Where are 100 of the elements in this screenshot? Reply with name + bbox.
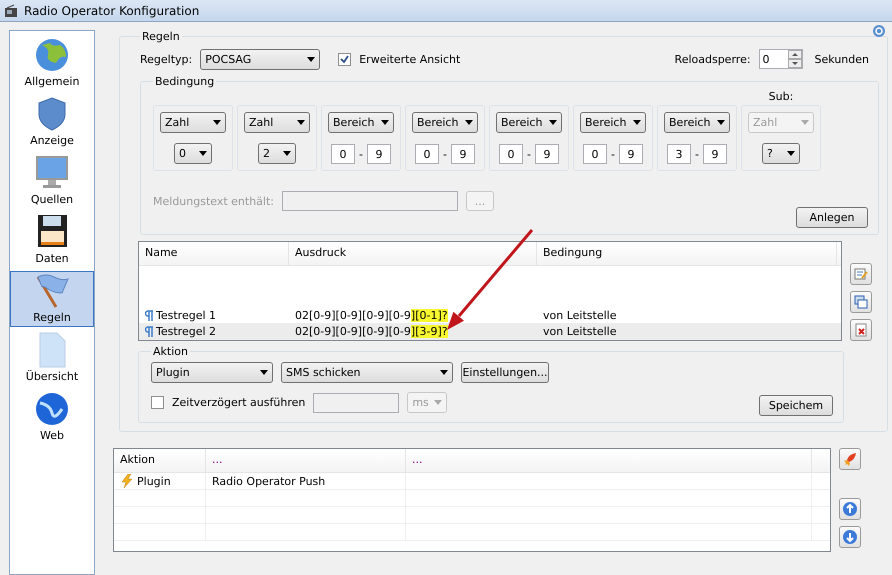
condition-type-dropdown[interactable]: Bereich [412,112,478,133]
action-type-dropdown[interactable]: Plugin [151,362,273,383]
reload-unit: Sekunden [814,52,869,66]
range-separator: - [611,148,615,160]
rule-expression: 02[0-9][0-9][0-9][0-9][0-1]? [295,308,448,322]
range-separator: - [443,148,447,160]
column-header[interactable]: Name [139,242,289,265]
range-from-field[interactable]: 3 [667,144,691,164]
sidebar-item[interactable]: Web [10,389,94,445]
rule-row[interactable]: Testregel 2 02[0-9][0-9][0-9][0-9][3-9]? von Leitstelle [139,323,841,340]
range-to-field[interactable]: 9 [534,144,559,164]
extended-view-checkbox[interactable] [338,52,352,66]
condition-type-dropdown[interactable]: Bereich [664,112,730,133]
action-row[interactable]: Plugin Radio Operator Push [114,473,830,490]
range-to-field[interactable]: 9 [450,144,475,164]
condition-type-dropdown[interactable]: Zahl [160,112,226,133]
condition-type-dropdown[interactable]: Bereich [496,112,562,133]
column-header[interactable]: Bedingung [537,242,837,265]
sidebar-item[interactable]: Übersicht [10,330,94,386]
caret-icon [199,151,207,156]
save-button[interactable]: Speichem [759,395,833,416]
range-from-field[interactable]: 0 [415,144,439,164]
settings-button[interactable]: Einstellungen... [461,362,549,383]
caret-icon [717,120,725,125]
rule-type-dropdown[interactable]: POCSAG [200,48,320,70]
condition-type-dropdown[interactable]: Bereich [328,112,394,133]
rule-type-label: Regeltyp: [140,52,192,66]
check-icon [340,54,350,64]
caret-icon [633,120,641,125]
spin-arrows-icon [788,50,802,68]
caret-icon [297,120,305,125]
edit-icon [854,267,868,281]
move-down-button[interactable] [839,526,861,548]
reload-spinner[interactable]: 0 [758,49,803,69]
range-to-field[interactable]: 9 [702,144,727,164]
caret-icon [801,120,809,125]
range-from-field[interactable]: 0 [331,144,355,164]
table-cell: Radio Operator Push [212,474,326,488]
caret-icon [307,56,316,62]
sidebar-item[interactable]: Anzeige [10,94,94,150]
digit-dropdown[interactable]: 0 [174,143,212,164]
rule-expression: 02[0-9][0-9][0-9][0-9][3-9]? [295,325,448,338]
arrow-up-icon [842,501,858,517]
caret-icon [549,120,557,125]
column-header[interactable]: ... [206,449,406,472]
sidebar-label: Anzeige [30,134,74,147]
rocket-button[interactable] [839,448,861,470]
delay-label: Zeitverzögert ausführen [172,396,306,409]
lightning-icon [120,474,134,488]
delay-checkbox[interactable] [151,396,164,409]
caret-icon [787,151,795,156]
column-header[interactable]: Aktion [114,449,206,472]
copy-button[interactable] [850,291,872,313]
message-label: Meldungstext enthält: [153,194,274,208]
rule-name: Testregel 1 [156,308,216,322]
sidebar-item[interactable]: Daten [10,212,94,268]
edit-button[interactable] [850,263,872,285]
message-field[interactable] [282,191,458,211]
help-icon[interactable] [872,24,886,38]
sidebar-label: Quellen [30,193,74,206]
delete-button[interactable] [850,319,872,341]
range-from-field[interactable]: 0 [499,144,523,164]
sidebar-item[interactable]: Quellen [10,153,94,209]
delete-icon [854,323,868,337]
range-to-field[interactable]: 9 [618,144,643,164]
reload-label: Reloadsperre: [674,52,751,66]
paragraph-icon [145,326,153,338]
move-up-button[interactable] [839,498,861,520]
window-title: Radio Operator Konfiguration [24,4,200,18]
sidebar-item[interactable]: Regeln [10,271,94,327]
condition-type-dropdown[interactable]: Bereich [580,112,646,133]
range-from-field[interactable]: 0 [583,144,607,164]
sidebar-label: Daten [35,252,69,265]
sidebar-label: Allgemein [24,75,80,88]
column-header[interactable]: ... [406,449,812,472]
digit-dropdown[interactable]: 2 [258,143,296,164]
paragraph-icon [145,310,153,321]
caret-icon [465,120,473,125]
arrow-down-icon [842,529,858,545]
condition-type-dropdown[interactable]: Zahl [244,112,310,133]
rule-name: Testregel 2 [156,325,216,338]
table-cell: Plugin [137,474,171,488]
sidebar-label: Web [40,429,64,442]
range-to-field[interactable]: 9 [366,144,391,164]
caret-icon [434,400,442,405]
rocket-icon [843,452,857,466]
caret-icon [260,370,268,375]
delay-field[interactable] [313,392,400,412]
rule-row[interactable]: Testregel 1 02[0-9][0-9][0-9][0-9][0-1]? von Leitstelle [139,306,841,324]
range-separator: - [695,148,699,160]
column-header[interactable]: Ausdruck [289,242,537,265]
extended-view-label: Erweiterte Ansicht [359,52,460,66]
caret-icon [213,120,221,125]
add-button[interactable]: Anlegen [796,207,868,228]
sidebar-label: Übersicht [26,370,78,383]
sidebar-item[interactable]: Allgemein [10,35,94,91]
sub-label: Sub: [768,90,794,103]
command-dropdown[interactable]: SMS schicken [281,362,453,383]
rule-condition: von Leitstelle [543,325,616,338]
rule-condition: von Leitstelle [543,308,616,322]
